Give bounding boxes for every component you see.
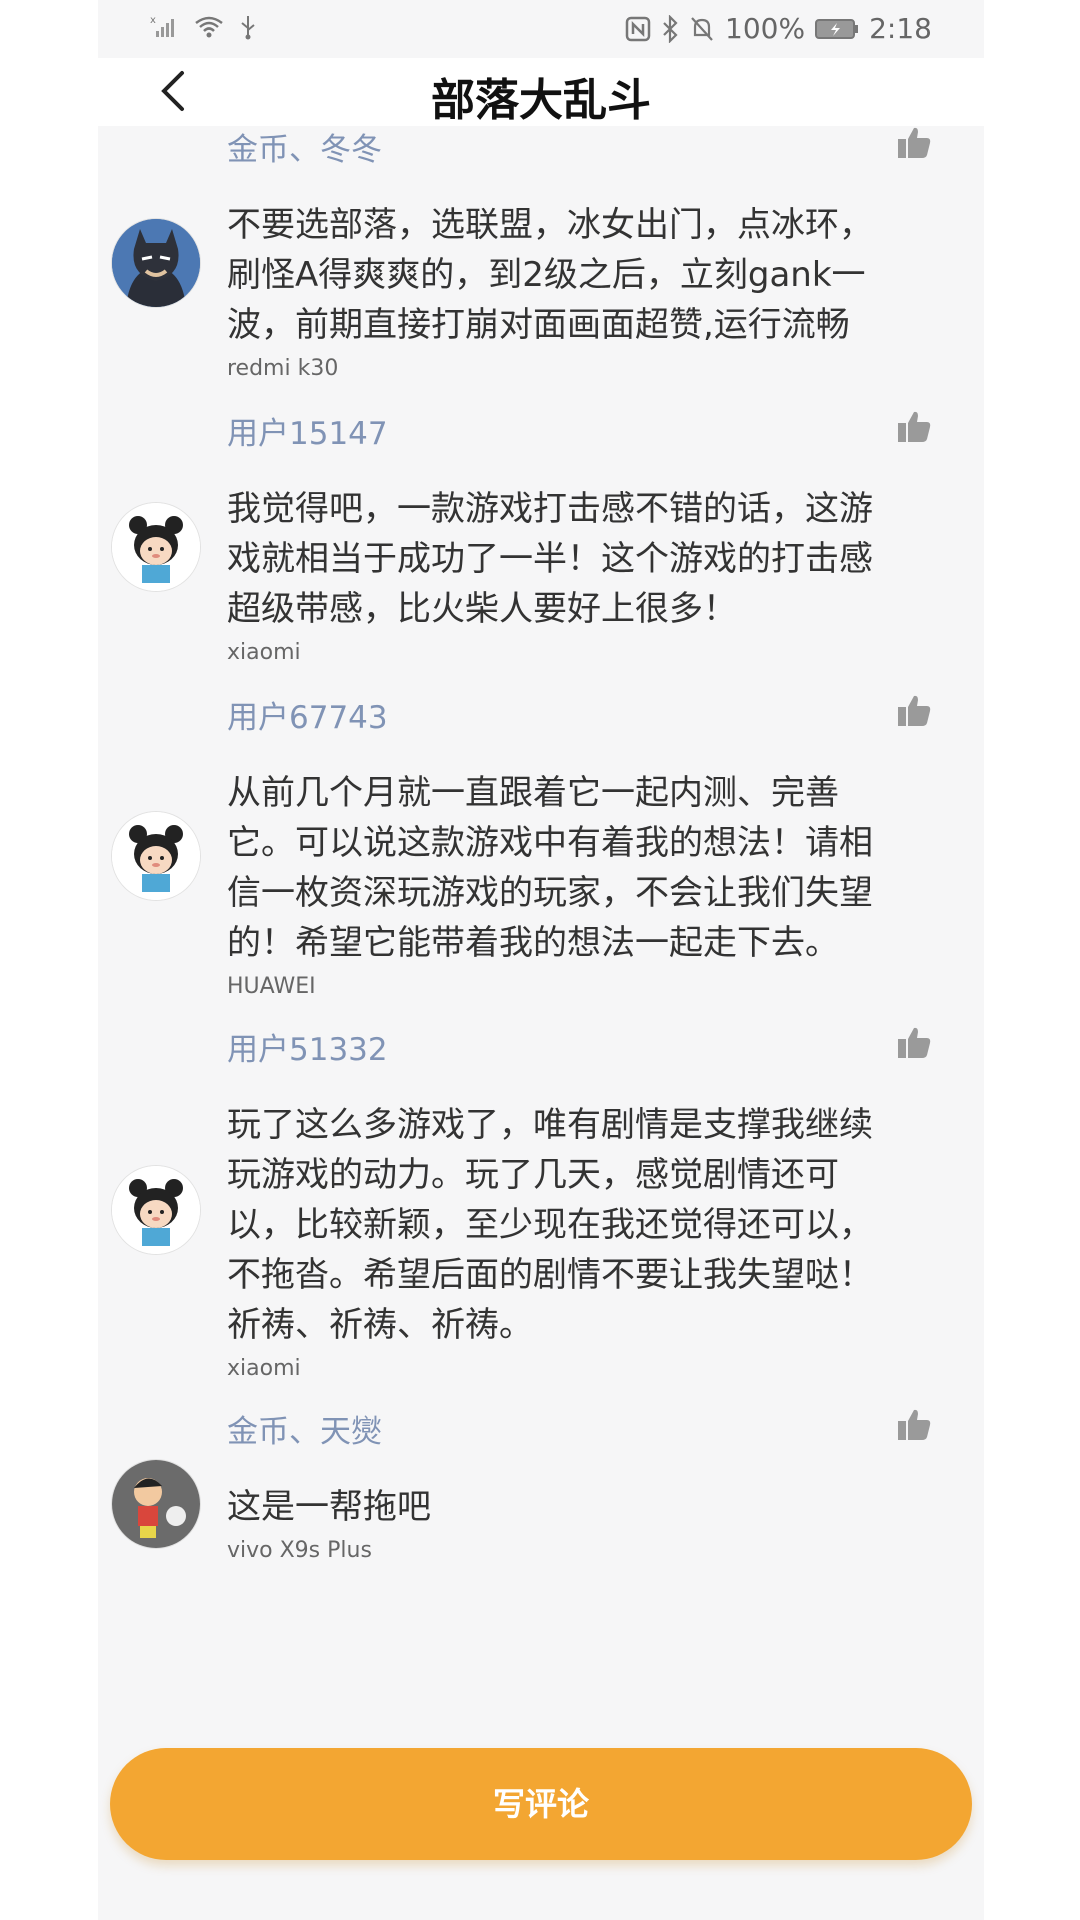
- like-thumb-icon[interactable]: [896, 1026, 932, 1060]
- device-label: redmi k30: [227, 356, 339, 381]
- comment-text: 这是一帮拖吧: [227, 1487, 431, 1527]
- comment-username[interactable]: 用户15147: [227, 408, 388, 453]
- like-thumb-icon[interactable]: [896, 126, 932, 160]
- nfc-icon: [625, 16, 651, 42]
- screen: x 100% 2:18 部落大乱斗 金币、冬冬 不要选部落，选联盟，冰女出门，点…: [98, 0, 984, 1920]
- crayon-shin-avatar-icon[interactable]: [112, 1460, 200, 1548]
- panda-boy-avatar-icon[interactable]: [112, 812, 200, 900]
- comment-text: 从前几个月就一直跟着它一起内测、完善 它。可以说这款游戏中有着我的想法！请相 信…: [227, 773, 873, 963]
- like-thumb-icon[interactable]: [896, 1408, 932, 1442]
- device-label: HUAWEI: [227, 974, 316, 999]
- batman-avatar-icon[interactable]: [112, 219, 200, 307]
- battery-charging-icon: [815, 17, 859, 41]
- page-title: 部落大乱斗: [431, 75, 651, 126]
- usb-icon: [238, 14, 258, 40]
- write-review-button[interactable]: 写评论: [110, 1748, 972, 1860]
- comment-username[interactable]: 金币、冬冬: [227, 124, 382, 169]
- device-label: xiaomi: [227, 1356, 301, 1381]
- device-label: vivo X9s Plus: [227, 1538, 372, 1563]
- comment-text: 玩了这么多游戏了，唯有剧情是支撑我继续 玩游戏的动力。玩了几天，感觉剧情还可 以…: [227, 1105, 873, 1345]
- svg-text:x: x: [150, 15, 156, 26]
- panda-boy-avatar-icon[interactable]: [112, 1166, 200, 1254]
- device-label: xiaomi: [227, 640, 301, 665]
- like-thumb-icon[interactable]: [896, 694, 932, 728]
- status-bar: x 100% 2:18: [98, 0, 984, 58]
- app-header: 部落大乱斗: [98, 58, 984, 126]
- bluetooth-icon: [661, 14, 679, 43]
- clock: 2:18: [869, 12, 932, 45]
- signal-off-icon: x: [150, 15, 180, 39]
- like-thumb-icon[interactable]: [896, 410, 932, 444]
- comment-text: 不要选部落，选联盟，冰女出门，点冰环， 刷怪A得爽爽的，到2级之后，立刻gank…: [227, 205, 873, 345]
- wifi-icon: [194, 15, 224, 39]
- comment-username[interactable]: 金币、天爕: [227, 1406, 382, 1451]
- comment-text: 我觉得吧，一款游戏打击感不错的话，这游 戏就相当于成功了一半！这个游戏的打击感 …: [227, 489, 873, 629]
- mute-bell-icon: [689, 15, 715, 43]
- comment-username[interactable]: 用户67743: [227, 692, 388, 737]
- panda-boy-avatar-icon[interactable]: [112, 503, 200, 591]
- comment-username[interactable]: 用户51332: [227, 1024, 388, 1069]
- battery-percent: 100%: [725, 12, 806, 45]
